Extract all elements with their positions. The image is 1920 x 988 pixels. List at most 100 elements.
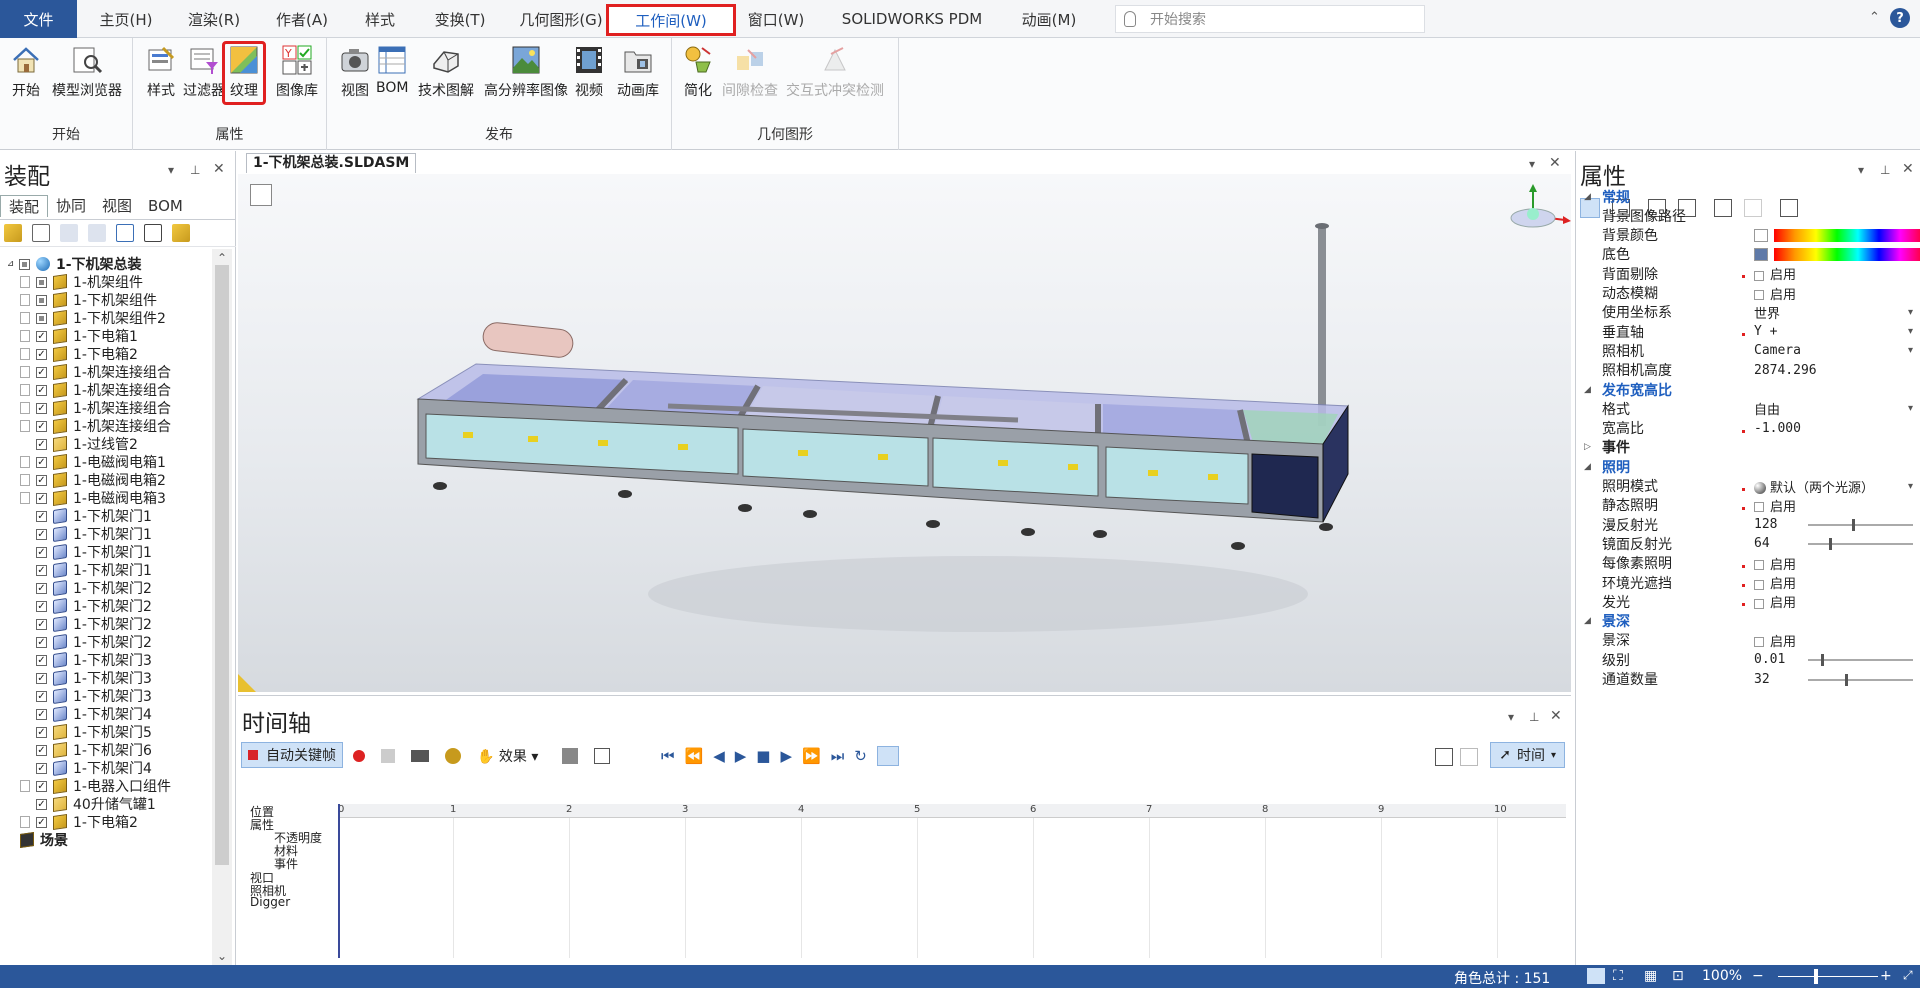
property-value[interactable]: 0.01 — [1754, 652, 1785, 667]
visibility-checkbox[interactable]: ✓ — [36, 816, 47, 828]
property-value[interactable]: 启用 — [1754, 573, 1796, 592]
sort-icon[interactable] — [116, 224, 134, 242]
property-slider[interactable] — [1808, 538, 1913, 551]
effects-dropdown[interactable]: ✋ 效果 ▾ — [477, 746, 538, 766]
help-icon[interactable]: ? — [1890, 8, 1910, 28]
visibility-checkbox[interactable]: ✓ — [36, 348, 47, 360]
property-row[interactable]: 背景图像路径 — [1576, 206, 1920, 225]
property-row[interactable]: 镜面反射光 64 — [1576, 534, 1920, 553]
property-category[interactable]: ◢ 发布宽高比 — [1576, 380, 1920, 399]
zoom-out-icon[interactable]: − — [1752, 968, 1764, 984]
property-checkbox[interactable] — [1754, 290, 1764, 300]
collapse-ribbon-icon[interactable]: ⌃ — [1869, 10, 1880, 25]
render-mode-icon[interactable]: ⛶ — [1613, 968, 1623, 984]
visibility-checkbox[interactable]: ✓ — [36, 402, 47, 414]
property-value[interactable]: Camera — [1754, 343, 1801, 358]
property-checkbox[interactable] — [1754, 598, 1764, 609]
visibility-checkbox[interactable]: ✓ — [36, 744, 47, 756]
move-keys-icon[interactable] — [381, 749, 395, 763]
timeline-menu-icon[interactable]: ▾ — [1508, 710, 1514, 724]
visibility-checkbox[interactable]: ✓ — [36, 528, 47, 540]
property-row[interactable]: 照相机 Camera ▾ — [1576, 341, 1920, 360]
property-value[interactable]: 启用 — [1754, 496, 1796, 515]
visibility-checkbox[interactable]: ✓ — [36, 510, 47, 522]
views-button[interactable]: 视图 — [339, 44, 371, 100]
slider-thumb[interactable] — [1829, 538, 1832, 551]
zoom-in-icon[interactable]: + — [1880, 968, 1892, 984]
zoom-region-icon[interactable] — [1460, 748, 1478, 766]
property-value[interactable]: 默认（两个光源） — [1754, 477, 1874, 496]
property-row[interactable]: 漫反射光 128 — [1576, 515, 1920, 534]
menu-styles[interactable]: 样式 — [352, 0, 408, 38]
timeline-grid[interactable] — [338, 818, 1566, 958]
3d-viewport[interactable] — [238, 174, 1571, 692]
select-filter-icon[interactable] — [32, 224, 50, 242]
timeline-track-label[interactable]: 属性 — [250, 816, 274, 833]
visibility-checkbox[interactable]: ✓ — [36, 600, 47, 612]
stop-icon[interactable]: ■ — [756, 747, 770, 765]
scroll-up-icon[interactable]: ⌃ — [217, 251, 227, 265]
model-browser-button[interactable]: 模型浏览器 — [52, 44, 122, 100]
property-slider[interactable] — [1808, 673, 1913, 686]
slider-thumb[interactable] — [1844, 673, 1848, 686]
property-category[interactable]: ◢ 景深 — [1576, 612, 1920, 631]
timeline-track-label[interactable]: Digger — [250, 895, 290, 909]
category-toggle-icon[interactable]: ▷ — [1584, 442, 1591, 452]
go-end-icon[interactable]: ⏭ — [831, 747, 845, 765]
visibility-checkbox[interactable]: ✓ — [36, 564, 47, 576]
menu-geometry[interactable]: 几何图形(G) — [515, 0, 607, 38]
property-row[interactable]: 背景颜色 — [1576, 226, 1920, 245]
color-spectrum[interactable] — [1774, 247, 1920, 261]
property-checkbox[interactable] — [1754, 560, 1764, 571]
bom-button[interactable]: BOM — [376, 44, 408, 96]
visibility-checkbox[interactable]: ✓ — [36, 438, 47, 450]
tree-scrollbar[interactable]: ⌃ ⌄ — [212, 249, 232, 965]
category-toggle-icon[interactable]: ◢ — [1584, 462, 1591, 472]
property-row[interactable]: 宽高比 -1.000 — [1576, 419, 1920, 438]
dropdown-arrow-icon[interactable]: ▾ — [1908, 403, 1913, 414]
search-box[interactable]: 开始搜索 — [1115, 5, 1425, 33]
slider-thumb[interactable] — [1852, 519, 1856, 532]
timeline-track-label[interactable]: 事件 — [274, 855, 298, 872]
visibility-checkbox[interactable]: ✓ — [36, 546, 47, 558]
property-row[interactable]: 格式 自由 ▾ — [1576, 399, 1920, 419]
property-row[interactable]: 背面剔除 启用 — [1576, 264, 1920, 284]
dropdown-arrow-icon[interactable]: ▾ — [1908, 345, 1913, 356]
property-value[interactable]: 自由 — [1754, 399, 1780, 418]
visibility-checkbox[interactable]: ✓ — [36, 726, 47, 738]
color-swatch[interactable] — [1754, 228, 1768, 242]
property-value[interactable]: Y + — [1754, 324, 1777, 339]
interactive-collision-button[interactable]: 交互式冲突检测 — [786, 44, 884, 100]
scrollbar-thumb[interactable] — [215, 265, 229, 865]
menu-transform[interactable]: 变换(T) — [425, 0, 495, 38]
assembly-icon[interactable] — [4, 224, 22, 242]
visibility-checkbox[interactable]: ✓ — [36, 366, 47, 378]
camera-key-icon[interactable] — [411, 750, 429, 762]
property-value[interactable]: 启用 — [1754, 264, 1796, 283]
visibility-checkbox[interactable]: ✓ — [36, 672, 47, 684]
visibility-checkbox[interactable] — [19, 258, 30, 270]
viewport-menu-icon[interactable]: ▾ — [1529, 157, 1535, 171]
property-category[interactable]: ▷ 事件 — [1576, 438, 1920, 457]
table-icon[interactable] — [144, 224, 162, 242]
timeline-pin-icon[interactable]: ⊥ — [1529, 710, 1539, 724]
visibility-checkbox[interactable]: ✓ — [36, 618, 47, 630]
menu-file[interactable]: 文件 — [0, 0, 77, 38]
timeline-close-icon[interactable]: ✕ — [1550, 708, 1562, 724]
menu-home[interactable]: 主页(H) — [92, 0, 160, 38]
textures-button[interactable]: 纹理 — [222, 41, 266, 105]
property-row[interactable]: 使用坐标系 世界 ▾ — [1576, 303, 1920, 322]
simplify-button[interactable]: 简化 — [682, 44, 714, 100]
visibility-checkbox[interactable]: ✓ — [36, 384, 47, 396]
timeline-playhead[interactable] — [338, 804, 340, 958]
slider-thumb[interactable] — [1820, 654, 1824, 667]
key-table-icon[interactable] — [594, 748, 611, 764]
high-res-image-button[interactable]: 高分辨率图像 — [484, 44, 568, 100]
menu-animation[interactable]: 动画(M) — [1014, 0, 1084, 38]
tab-collaboration[interactable]: 协同 — [48, 195, 94, 217]
fast-forward-icon[interactable]: ⏩ — [802, 747, 821, 765]
property-checkbox[interactable] — [1754, 579, 1764, 590]
menu-render[interactable]: 渲染(R) — [180, 0, 248, 38]
rewind-icon[interactable]: ⏪ — [685, 747, 704, 765]
visibility-checkbox[interactable]: ✓ — [36, 708, 47, 720]
